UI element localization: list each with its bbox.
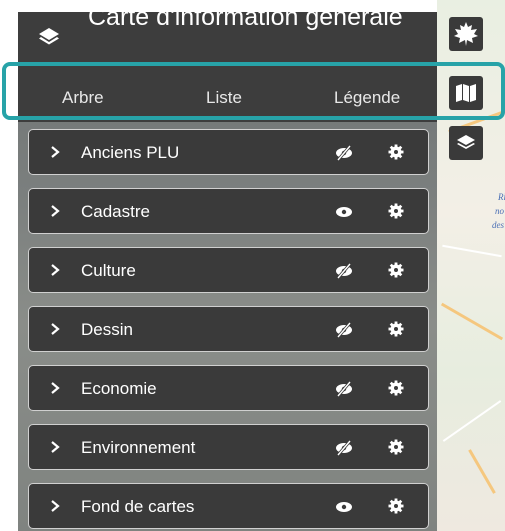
panel-tabs: Arbre Liste Légende (18, 72, 437, 122)
tab-legende[interactable]: Légende (334, 88, 400, 108)
layer-row-culture[interactable]: Culture (28, 247, 429, 293)
chevron-right-icon (51, 146, 60, 158)
panel-title: Carte d'information générale (88, 12, 403, 31)
chevron-right-icon (51, 205, 60, 217)
map-button[interactable] (449, 76, 483, 110)
maple-leaf-button[interactable] (449, 17, 483, 51)
layer-name: Fond de cartes (81, 497, 195, 516)
eye-slash-icon[interactable] (335, 145, 353, 161)
layer-name: Environnement (81, 438, 196, 457)
chevron-right-icon (51, 500, 60, 512)
eye-slash-icon[interactable] (335, 381, 353, 397)
layer-row-economie[interactable]: Economie (28, 365, 429, 411)
layer-name: Anciens PLU (81, 143, 180, 162)
layer-name: Cadastre (81, 202, 150, 221)
gear-icon[interactable] (388, 203, 404, 219)
gear-icon[interactable] (388, 262, 404, 278)
gear-icon[interactable] (388, 439, 404, 455)
eye-icon[interactable] (335, 204, 353, 220)
layer-row-cadastre[interactable]: Cadastre (28, 188, 429, 234)
panel-header: Carte d'information générale (18, 12, 437, 72)
map-toolbar (437, 0, 495, 531)
eye-icon[interactable] (335, 499, 353, 515)
layers-icon (39, 28, 59, 45)
layer-name: Economie (81, 379, 157, 398)
layer-row-environnement[interactable]: Environnement (28, 424, 429, 470)
gear-icon[interactable] (388, 321, 404, 337)
layer-name: Culture (81, 261, 136, 280)
map-label: no (495, 206, 504, 216)
eye-slash-icon[interactable] (335, 322, 353, 338)
gear-icon[interactable] (388, 498, 404, 514)
maple-leaf-icon (454, 22, 478, 46)
map-label: Ri (498, 192, 505, 202)
layers-icon (457, 135, 475, 149)
eye-slash-icon[interactable] (335, 440, 353, 456)
tab-liste[interactable]: Liste (206, 88, 242, 108)
layers-button[interactable] (449, 126, 483, 160)
layer-name: Dessin (81, 320, 133, 339)
eye-slash-icon[interactable] (335, 263, 353, 279)
layer-row-fond-de-cartes[interactable]: Fond de cartes (28, 483, 429, 529)
layer-row-anciens-plu[interactable]: Anciens PLU (28, 129, 429, 175)
chevron-right-icon (51, 264, 60, 276)
gear-icon[interactable] (388, 144, 404, 160)
chevron-right-icon (51, 441, 60, 453)
tab-arbre[interactable]: Arbre (62, 88, 104, 108)
chevron-right-icon (51, 382, 60, 394)
map-icon (456, 84, 476, 102)
gear-icon[interactable] (388, 380, 404, 396)
chevron-right-icon (51, 323, 60, 335)
layer-panel: Carte d'information générale Arbre Liste… (18, 12, 437, 531)
layer-row-dessin[interactable]: Dessin (28, 306, 429, 352)
